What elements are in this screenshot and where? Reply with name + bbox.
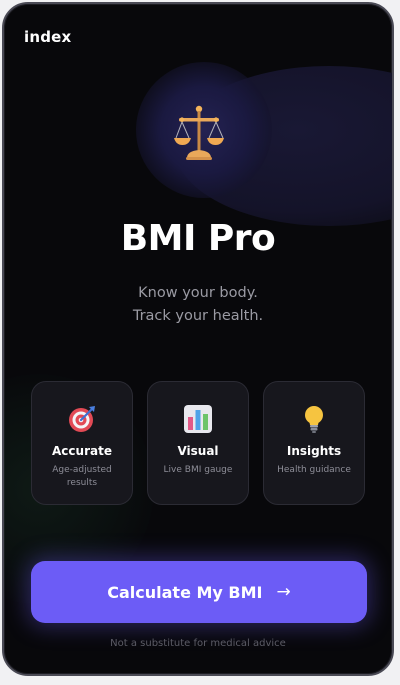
tagline-line-1: Know your body. (138, 285, 258, 301)
app-title: BMI Pro (120, 218, 276, 259)
balance-scale-icon (174, 105, 224, 160)
page-label: index (24, 28, 72, 46)
feature-title: Accurate (52, 444, 112, 458)
tagline-line-2: Track your health. (132, 308, 264, 324)
disclaimer: Not a substitute for medical advice (110, 638, 286, 649)
lightbulb-icon (264, 404, 364, 434)
feature-title: Visual (177, 444, 219, 458)
feature-description: Age-adjusted results (52, 465, 112, 488)
tagline: Know your body. Track your health. (4, 282, 392, 328)
feature-card-insights: Insights Health guidance (263, 381, 365, 505)
arrow-right-icon: → (276, 582, 291, 602)
feature-card-accurate: Accurate Age-adjusted results (31, 381, 133, 505)
calculate-bmi-button[interactable]: Calculate My BMI → (31, 561, 367, 623)
feature-description: Health guidance (277, 465, 351, 475)
target-icon (32, 404, 132, 434)
calculate-bmi-label: Calculate My BMI (107, 582, 263, 602)
feature-title: Insights (286, 444, 342, 458)
feature-description: Live BMI gauge (163, 465, 233, 475)
app-screen: index BMI Pro Know your body. Track your… (2, 2, 394, 676)
feature-card-visual: Visual Live BMI gauge (147, 381, 249, 505)
bar-chart-icon (148, 404, 248, 434)
